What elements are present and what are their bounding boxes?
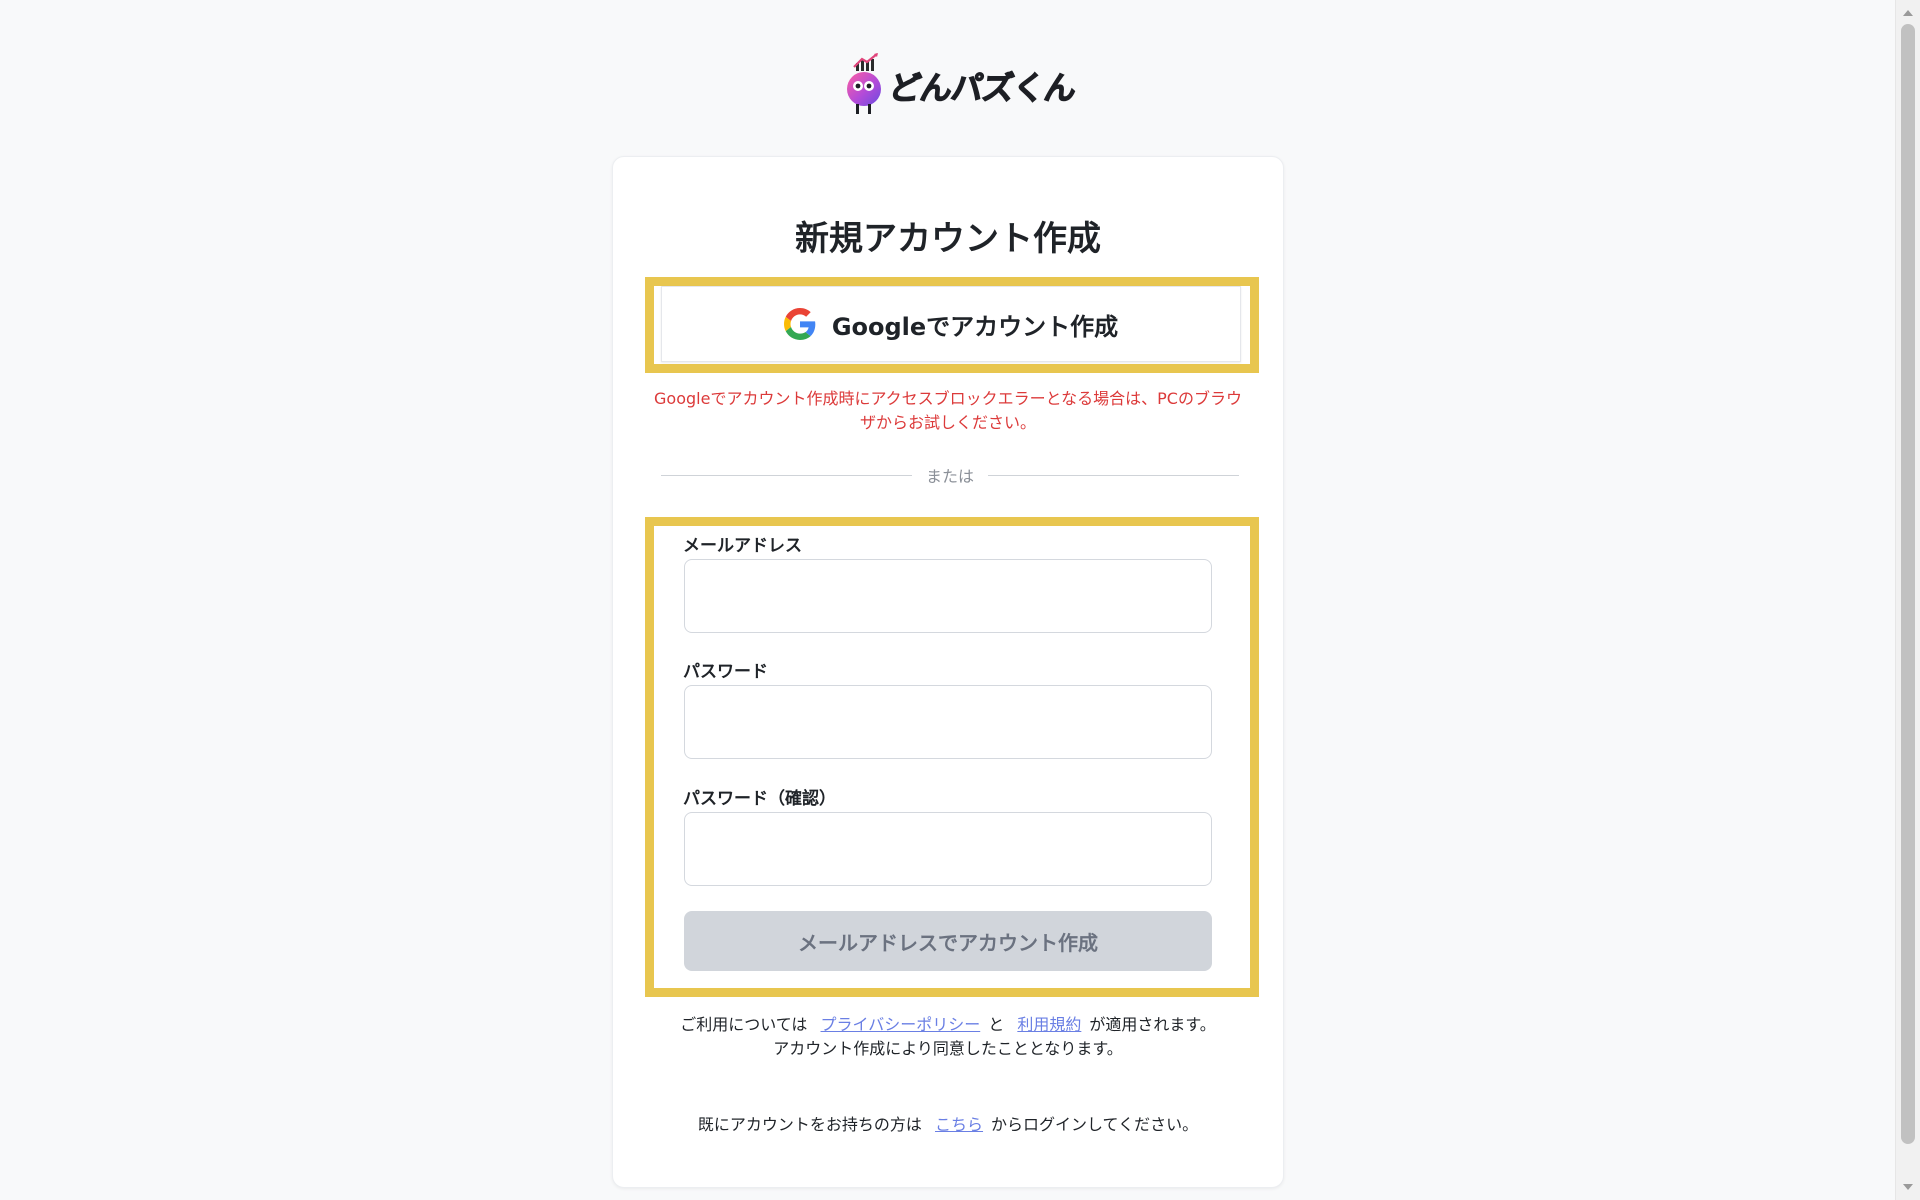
terms-of-service-link[interactable]: 利用規約 — [1017, 1015, 1081, 1034]
password-confirm-label: パスワード（確認） — [683, 789, 836, 809]
page-scrollbar[interactable] — [1895, 0, 1920, 1200]
app-logo: どんパズくん — [845, 52, 1078, 116]
signup-page: どんパズくん 新規アカウント作成 Googleでアカウント作成 Googleでア… — [0, 0, 1920, 1200]
divider-line-left — [661, 474, 912, 476]
privacy-policy-link[interactable]: プライバシーポリシー — [821, 1015, 981, 1034]
google-error-notice: Googleでアカウント作成時にアクセスブロックエラーとなる場合は、PCのブラウ… — [654, 389, 1242, 432]
signup-card: 新規アカウント作成 Googleでアカウント作成 Googleでアカウント作成時… — [612, 156, 1284, 1188]
email-field[interactable] — [684, 559, 1212, 633]
divider-text: または — [926, 467, 975, 486]
password-confirm-field[interactable] — [684, 812, 1212, 886]
scroll-down-arrow-icon[interactable] — [1903, 1184, 1913, 1190]
mascot-logo-icon — [847, 53, 881, 114]
login-prefix: 既にアカウントをお持ちの方は — [697, 1115, 922, 1134]
or-divider: または — [661, 463, 1240, 487]
google-signup-label: Googleでアカウント作成 — [831, 312, 1119, 341]
terms-line2: アカウント作成により同意したこととなります。 — [773, 1039, 1123, 1058]
email-label: メールアドレス — [683, 536, 802, 556]
login-link[interactable]: こちら — [935, 1115, 983, 1134]
terms-notice: ご利用については プライバシーポリシーと 利用規約 が適用されます。 アカウント作… — [613, 1013, 1283, 1061]
terms-prefix: ご利用については — [680, 1015, 808, 1034]
page-title: 新規アカウント作成 — [795, 219, 1101, 259]
terms-conj: と — [988, 1015, 1005, 1034]
login-suffix: からログインしてください。 — [991, 1115, 1199, 1134]
password-label: パスワード — [683, 662, 768, 682]
scrollbar-thumb[interactable] — [1901, 24, 1915, 1144]
logo-wordmark: どんパズくん — [886, 68, 1078, 107]
google-signup-button[interactable]: Googleでアカウント作成 — [661, 286, 1241, 362]
terms-suffix: が適用されます。 — [1089, 1015, 1216, 1034]
email-signup-button[interactable]: メールアドレスでアカウント作成 — [684, 911, 1212, 971]
scroll-up-arrow-icon[interactable] — [1903, 10, 1913, 16]
password-field[interactable] — [684, 685, 1212, 759]
divider-line-right — [988, 474, 1240, 476]
login-prompt: 既にアカウントをお持ちの方は こちら からログインしてください。 — [613, 1111, 1283, 1135]
google-g-icon — [783, 308, 816, 340]
